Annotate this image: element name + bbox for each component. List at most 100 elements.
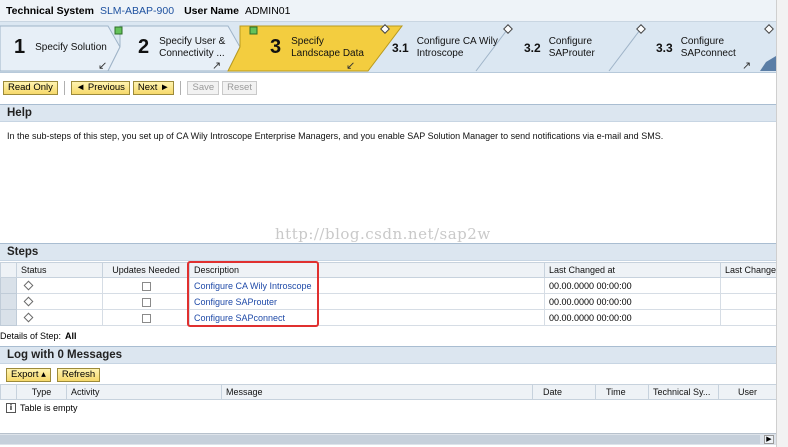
watermark: http://blog.csdn.net/sap2w bbox=[275, 225, 491, 243]
substep-number: 3.3 bbox=[656, 40, 673, 55]
step-label: Specify User & Connectivity ... bbox=[159, 36, 225, 60]
toolbar-divider bbox=[63, 81, 65, 95]
step-details: Details of Step: All bbox=[0, 331, 77, 341]
help-text: In the sub-steps of this step, you set u… bbox=[7, 131, 664, 141]
horizontal-scrollbar[interactable]: ▶ bbox=[0, 433, 776, 445]
column-header-date[interactable]: Date bbox=[532, 384, 596, 400]
technical-system-value[interactable]: SLM-ABAP-900 bbox=[100, 5, 174, 17]
navigation-toolbar: Read Only ◄ Previous Next ► Save Reset bbox=[0, 78, 776, 98]
scroll-right-icon[interactable]: ▶ bbox=[764, 435, 774, 444]
last-changed-cell: 00.00.0000 00:00:00 bbox=[544, 277, 721, 294]
column-header-time[interactable]: Time bbox=[595, 384, 649, 400]
row-selector[interactable] bbox=[0, 277, 17, 294]
column-header-type[interactable]: Type bbox=[16, 384, 67, 400]
toolbar-divider bbox=[180, 81, 182, 95]
updates-needed-checkbox[interactable] bbox=[141, 281, 151, 291]
column-header-last-changed-at[interactable]: Last Changed at bbox=[544, 262, 721, 278]
technical-system-label: Technical System bbox=[6, 4, 94, 17]
status-pending-icon bbox=[23, 296, 34, 306]
substep-label: Configure SAProuter bbox=[549, 36, 595, 60]
substep-number: 3.2 bbox=[524, 40, 541, 55]
corner-arrow-icon: ↗ bbox=[742, 60, 752, 72]
roadmap-substep-3-1[interactable]: 3.1 Configure CA Wily Introscope bbox=[392, 22, 498, 72]
column-header-technical-system[interactable]: Technical Sy... bbox=[648, 384, 719, 400]
column-header-updates-needed[interactable]: Updates Needed bbox=[102, 262, 190, 278]
table-header-row: Type Activity Message Date Time Technica… bbox=[0, 384, 777, 400]
step-label-line: Landscape Data bbox=[291, 47, 364, 59]
row-selector-header[interactable] bbox=[0, 262, 17, 278]
updates-needed-checkbox[interactable] bbox=[141, 297, 151, 307]
log-section-header: Log with 0 Messages bbox=[0, 346, 776, 364]
scrollbar-thumb[interactable] bbox=[0, 435, 760, 444]
row-selector[interactable] bbox=[0, 309, 17, 326]
table-header-row: Status Updates Needed Description Last C… bbox=[0, 262, 788, 278]
status-cell bbox=[16, 277, 103, 294]
table-row[interactable]: Configure SAPconnect 00.00.0000 00:00:00 bbox=[0, 309, 788, 326]
step-label-line: Specify User & bbox=[159, 35, 226, 47]
substep-label-line: Configure bbox=[680, 35, 725, 47]
header-bar: Technical System SLM-ABAP-900 User Name … bbox=[0, 0, 776, 22]
save-button[interactable]: Save bbox=[187, 81, 220, 95]
substep-label: Configure SAPconnect bbox=[681, 36, 736, 60]
log-table: Type Activity Message Date Time Technica… bbox=[0, 384, 777, 400]
status-cell bbox=[16, 309, 103, 326]
step-number: 1 bbox=[14, 36, 26, 58]
corner-arrow-icon: ↙ bbox=[98, 60, 108, 72]
vertical-scrollbar[interactable] bbox=[776, 0, 788, 447]
table-row[interactable]: Configure CA Wily Introscope 00.00.0000 … bbox=[0, 277, 788, 294]
substep-number: 3.1 bbox=[392, 40, 409, 55]
info-icon: i bbox=[6, 403, 16, 413]
last-changed-cell: 00.00.0000 00:00:00 bbox=[544, 309, 721, 326]
next-button[interactable]: Next ► bbox=[132, 81, 175, 95]
user-name-value: ADMIN01 bbox=[244, 4, 291, 17]
row-selector[interactable] bbox=[0, 293, 17, 310]
refresh-button[interactable]: Refresh bbox=[56, 368, 101, 382]
substep-label-line: SAProuter bbox=[548, 47, 595, 59]
step-label: Specify Landscape Data bbox=[291, 36, 364, 60]
status-cell bbox=[16, 293, 103, 310]
step-number: 2 bbox=[138, 36, 150, 58]
roadmap-substep-3-3[interactable]: 3.3 Configure SAPconnect bbox=[656, 22, 736, 72]
details-value: All bbox=[65, 331, 77, 341]
details-label: Details of Step: bbox=[0, 331, 62, 341]
roadmap-substep-3-2[interactable]: 3.2 Configure SAProuter bbox=[524, 22, 595, 72]
substep-label-line: Introscope bbox=[416, 47, 464, 59]
column-header-activity[interactable]: Activity bbox=[66, 384, 222, 400]
column-header-message[interactable]: Message bbox=[221, 384, 533, 400]
substep-label: Configure CA Wily Introscope bbox=[417, 36, 498, 60]
last-changed-cell: 00.00.0000 00:00:00 bbox=[544, 293, 721, 310]
annotation-highlight-box bbox=[187, 261, 319, 327]
roadmap: 1 Specify Solution 2 Specify User & Conne… bbox=[0, 22, 776, 73]
substep-label-line: SAPconnect bbox=[680, 47, 736, 59]
read-only-button[interactable]: Read Only bbox=[3, 81, 58, 95]
substep-label-line: Configure CA Wily bbox=[416, 35, 498, 47]
corner-arrow-icon: ↙ bbox=[346, 60, 356, 72]
row-selector-header[interactable] bbox=[0, 384, 17, 400]
updates-needed-checkbox[interactable] bbox=[141, 313, 151, 323]
column-header-status[interactable]: Status bbox=[16, 262, 103, 278]
updates-needed-cell bbox=[102, 293, 190, 310]
step-label-line: Connectivity ... bbox=[159, 47, 225, 59]
column-header-user[interactable]: User bbox=[718, 384, 777, 400]
log-toolbar: Export ▴ Refresh bbox=[6, 368, 101, 382]
table-row[interactable]: Configure SAProuter 00.00.0000 00:00:00 bbox=[0, 293, 788, 310]
status-pending-icon bbox=[23, 312, 34, 322]
updates-needed-cell bbox=[102, 277, 190, 294]
roadmap-step-1[interactable]: 1 Specify Solution bbox=[14, 22, 107, 72]
reset-button[interactable]: Reset bbox=[222, 81, 257, 95]
user-name-label: User Name bbox=[184, 4, 239, 17]
step-label-line: Specify bbox=[291, 35, 324, 47]
step-label-line: Specify Solution bbox=[35, 41, 107, 53]
status-pending-icon bbox=[23, 280, 34, 290]
empty-table-message: i Table is empty bbox=[6, 403, 78, 413]
steps-table: Status Updates Needed Description Last C… bbox=[0, 262, 788, 326]
steps-section-header: Steps bbox=[0, 243, 776, 261]
updates-needed-cell bbox=[102, 309, 190, 326]
help-section-header: Help bbox=[0, 104, 776, 122]
substep-label-line: Configure bbox=[548, 35, 593, 47]
step-label: Specify Solution bbox=[35, 42, 107, 54]
empty-text: Table is empty bbox=[20, 403, 78, 413]
corner-arrow-icon: ↗ bbox=[212, 60, 222, 72]
previous-button[interactable]: ◄ Previous bbox=[70, 81, 130, 95]
export-button[interactable]: Export ▴ bbox=[6, 368, 51, 382]
